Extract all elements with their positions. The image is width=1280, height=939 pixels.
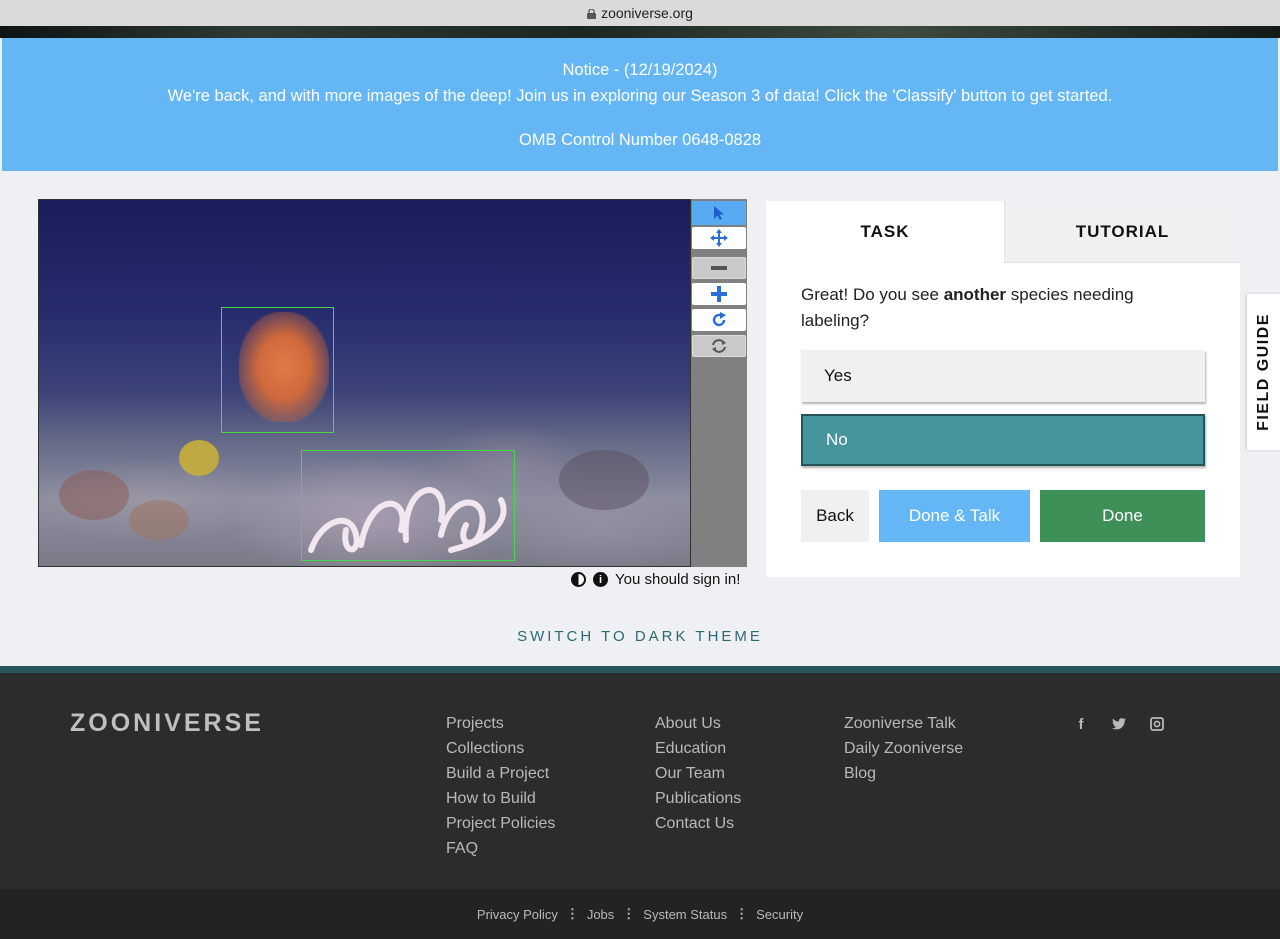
question-emphasis: another: [943, 285, 1007, 304]
pointer-icon: [714, 206, 724, 220]
subject-metadata: i You should sign in!: [571, 571, 740, 588]
tab-task[interactable]: TASK: [766, 201, 1004, 263]
security-link[interactable]: Security: [756, 907, 803, 922]
image-toolbar: [691, 199, 747, 567]
footer-link[interactable]: Build a Project: [446, 765, 555, 790]
annotation-box[interactable]: [301, 450, 515, 561]
footer-link[interactable]: Zooniverse Talk: [844, 715, 963, 740]
coral-rock: [59, 470, 129, 520]
done-and-talk-button[interactable]: Done & Talk: [879, 490, 1030, 542]
footer-link[interactable]: Publications: [655, 790, 741, 815]
coral-rock: [179, 440, 219, 476]
lock-icon: [587, 9, 597, 19]
answer-no[interactable]: No: [801, 414, 1205, 466]
separator: ⋮: [565, 906, 579, 921]
reset-icon: [712, 339, 726, 353]
omb-control-number: OMB Control Number 0648-0828: [518, 131, 762, 149]
url-text: zooniverse.org: [601, 5, 693, 21]
move-icon: [710, 229, 728, 247]
answer-yes[interactable]: Yes: [801, 350, 1205, 402]
address-bar[interactable]: zooniverse.org: [0, 0, 1280, 26]
notice-banner: Notice - (12/19/2024) We're back, and wi…: [2, 38, 1278, 171]
pointer-button[interactable]: [692, 201, 746, 225]
footer-link[interactable]: FAQ: [446, 840, 555, 865]
footer-link[interactable]: About Us: [655, 715, 741, 740]
zoom-in-icon: [711, 286, 727, 302]
footer-column-talk: Zooniverse Talk Daily Zooniverse Blog: [844, 715, 963, 790]
rotate-icon: [712, 312, 726, 327]
coral-rock: [559, 450, 649, 510]
footer-column-about: About Us Education Our Team Publications…: [655, 715, 741, 840]
footer-link[interactable]: Blog: [844, 765, 963, 790]
footer-link[interactable]: Our Team: [655, 765, 741, 790]
back-button[interactable]: Back: [801, 490, 869, 542]
facebook-icon[interactable]: f: [1074, 716, 1088, 733]
zoom-out-icon: [711, 266, 727, 270]
footer-link[interactable]: How to Build: [446, 790, 555, 815]
reset-button[interactable]: [692, 335, 746, 357]
field-guide-tab[interactable]: FIELD GUIDE: [1247, 294, 1280, 450]
site-footer: ZOONIVERSE Projects Collections Build a …: [0, 666, 1280, 889]
coral-rock: [129, 500, 189, 540]
footer-link[interactable]: Contact Us: [655, 815, 741, 840]
task-panel: TASK TUTORIAL Great! Do you see another …: [766, 201, 1240, 577]
footer-link[interactable]: Education: [655, 740, 741, 765]
tab-tutorial[interactable]: TUTORIAL: [1004, 201, 1240, 263]
twitter-icon[interactable]: [1112, 716, 1126, 732]
instagram-icon[interactable]: [1150, 716, 1164, 732]
rotate-button[interactable]: [692, 309, 746, 331]
zoom-out-button[interactable]: [692, 257, 746, 279]
question-text: Great! Do you see: [801, 285, 944, 304]
field-guide-label: FIELD GUIDE: [1254, 313, 1272, 431]
separator: ⋮: [735, 906, 749, 921]
separator: ⋮: [622, 906, 636, 921]
annotation-box[interactable]: [221, 307, 334, 433]
done-button[interactable]: Done: [1040, 490, 1205, 542]
jobs-link[interactable]: Jobs: [587, 907, 614, 922]
footer-link[interactable]: Projects: [446, 715, 555, 740]
privacy-policy-link[interactable]: Privacy Policy: [477, 907, 558, 922]
footer-link[interactable]: Collections: [446, 740, 555, 765]
switch-theme-link[interactable]: SWITCH TO DARK THEME: [0, 628, 1280, 645]
footer-link[interactable]: Project Policies: [446, 815, 555, 840]
social-links: f: [1074, 716, 1188, 733]
footer-bottom-bar: Privacy Policy ⋮ Jobs ⋮ System Status ⋮ Sec…: [0, 889, 1280, 939]
zoom-in-button[interactable]: [692, 283, 746, 305]
footer-column-projects: Projects Collections Build a Project How…: [446, 715, 555, 865]
task-question: Great! Do you see another species needin…: [801, 282, 1201, 334]
zooniverse-logo[interactable]: ZOONIVERSE: [70, 709, 264, 738]
invert-colors-icon[interactable]: [571, 572, 586, 587]
footer-link[interactable]: Daily Zooniverse: [844, 740, 963, 765]
notice-message: We're back, and with more images of the …: [167, 87, 1113, 105]
sign-in-message: You should sign in!: [615, 571, 741, 588]
notice-title: Notice - (12/19/2024): [562, 61, 718, 79]
header-image-strip: [0, 26, 1280, 38]
move-button[interactable]: [692, 227, 746, 249]
info-icon[interactable]: i: [593, 572, 608, 587]
subject-image[interactable]: [38, 199, 691, 567]
system-status-link[interactable]: System Status: [643, 907, 727, 922]
